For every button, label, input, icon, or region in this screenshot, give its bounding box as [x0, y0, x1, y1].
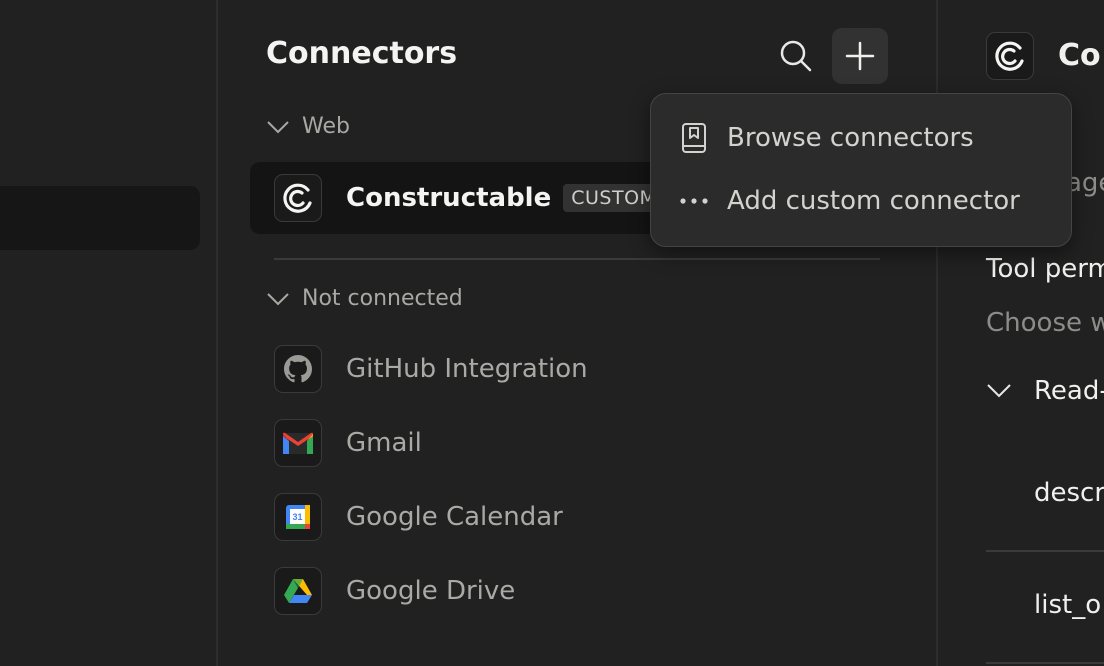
add-connector-button[interactable]: [832, 28, 888, 84]
calendar-day-text: 31: [292, 512, 302, 522]
section-web-toggle[interactable]: Web: [266, 114, 350, 139]
connector-row-google-calendar[interactable]: 31 Google Calendar: [250, 481, 880, 553]
tool-row-describe[interactable]: descr: [1034, 478, 1104, 508]
google-calendar-icon: 31: [274, 493, 322, 541]
book-icon: [682, 123, 706, 153]
constructable-icon: [986, 32, 1034, 80]
left-selected-item[interactable]: [0, 186, 200, 250]
constructable-icon: [274, 174, 322, 222]
more-dots-icon: [680, 198, 708, 204]
add-connector-menu: Browse connectors Add custom connector: [650, 93, 1072, 247]
tool-row-list[interactable]: list_o: [1034, 590, 1101, 620]
menu-item-browse-connectors[interactable]: Browse connectors: [679, 122, 974, 154]
connector-row-google-drive[interactable]: Google Drive: [250, 555, 880, 627]
connector-name: Gmail: [346, 428, 422, 458]
tool-row-divider: [986, 550, 1104, 552]
tool-permissions-description: Choose w: [986, 308, 1104, 338]
menu-item-label: Browse connectors: [727, 123, 974, 153]
detail-title: Co: [1058, 38, 1101, 73]
tool-row-divider: [986, 662, 1104, 664]
tool-permissions-heading: Tool perm: [986, 254, 1104, 284]
left-pane: [0, 0, 216, 666]
search-icon: [780, 40, 812, 72]
connector-name: Constructable: [346, 183, 552, 213]
connector-name: GitHub Integration: [346, 354, 588, 384]
section-not-connected-toggle[interactable]: Not connected: [266, 286, 463, 311]
page-title: Connectors: [266, 36, 458, 71]
read-tools-toggle[interactable]: Read-: [986, 376, 1104, 406]
plus-icon: [845, 41, 875, 71]
section-divider: [274, 258, 880, 260]
connector-row-github[interactable]: GitHub Integration: [250, 333, 880, 405]
read-tools-label: Read-: [1034, 376, 1104, 406]
connector-name: Google Drive: [346, 576, 516, 606]
chevron-down-icon: [987, 384, 1011, 398]
chevron-down-icon: [267, 120, 289, 133]
chevron-down-icon: [267, 292, 289, 305]
menu-item-label: Add custom connector: [727, 186, 1020, 216]
menu-item-add-custom-connector[interactable]: Add custom connector: [679, 186, 1020, 216]
gmail-icon: [274, 419, 322, 467]
section-web-label: Web: [302, 114, 350, 139]
section-not-connected-label: Not connected: [302, 286, 463, 311]
connector-name: Google Calendar: [346, 502, 563, 532]
search-button[interactable]: [768, 28, 824, 84]
github-icon: [274, 345, 322, 393]
connector-row-gmail[interactable]: Gmail: [250, 407, 880, 479]
google-drive-icon: [274, 567, 322, 615]
